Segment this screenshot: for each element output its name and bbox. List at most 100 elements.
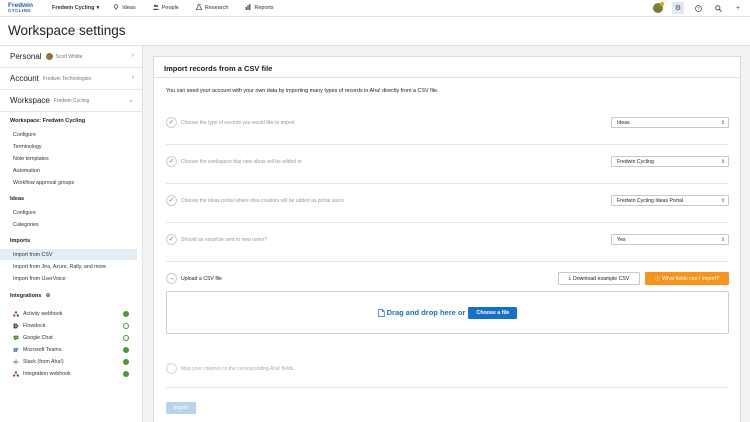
status-on-indicator — [123, 371, 129, 377]
chevron-down-icon: ⌄ — [128, 97, 134, 104]
integration-microsoft-teams[interactable]: T Microsoft Teams — [0, 344, 137, 355]
sidebar-item-import-csv[interactable]: Import from CSV — [0, 249, 137, 260]
integration-google-chat[interactable]: Google Chat — [0, 332, 137, 343]
record-type-select[interactable]: Ideas ⇕ — [611, 117, 729, 128]
step-workspace: ✓ Choose the workspace that new ideas wi… — [166, 148, 729, 184]
what-fields-button[interactable]: ⓘ What fields can I import? — [645, 272, 729, 285]
section-heading-integrations: Integrations ⊕ — [10, 292, 51, 300]
nav-ideas-label: Ideas — [122, 5, 136, 11]
dropzone-text: Drag and drop here or — [377, 308, 465, 317]
question-circle-icon: ⓘ — [654, 276, 661, 282]
intro-text: You can seed your account with your own … — [166, 88, 439, 94]
choose-file-button[interactable]: Choose a file — [468, 306, 518, 319]
teams-icon: T — [13, 347, 19, 352]
sidebar-row-personal-label: Personal — [10, 52, 42, 61]
avatar — [45, 53, 53, 60]
nav-right-tools: ⚙ ? + — [652, 2, 744, 14]
check-icon: ✓ — [166, 117, 177, 128]
sidebar-item-import-uservoice[interactable]: Import from UserVoice — [0, 273, 137, 284]
webhook-icon — [13, 370, 19, 377]
nav-research[interactable]: Research — [195, 3, 228, 12]
csv-dropzone[interactable]: Drag and drop here or Choose a file — [166, 291, 729, 334]
step-question: Choose the workspace that new ideas will… — [181, 159, 302, 165]
upload-label: Upload a CSV file — [181, 276, 222, 282]
status-on-indicator — [123, 359, 129, 365]
select-arrows-icon: ⇕ — [720, 198, 725, 204]
sidebar-item-terminology[interactable]: Terminology — [0, 141, 137, 152]
step-question: Choose the ideas portal where idea creat… — [181, 198, 344, 204]
page-title: Workspace settings — [8, 23, 126, 38]
nav-reports-label: Reports — [254, 5, 274, 11]
check-icon: ✓ — [166, 156, 177, 167]
chart-icon — [245, 4, 251, 12]
slack-icon — [13, 358, 19, 365]
sidebar-row-workspace[interactable]: Workspace Fredwin Cycling ⌄ — [0, 90, 143, 112]
chevron-right-icon: › — [131, 74, 134, 81]
step-send-email: ✓ Should an email be sent to new users? … — [166, 226, 729, 262]
sidebar-row-account[interactable]: Account Fredwin Technologies › — [0, 68, 143, 90]
record-type-value: Ideas — [617, 120, 630, 126]
top-navigation: Fredwin CYCLING Fredwin Cycling ▾ Ideas … — [0, 0, 750, 17]
integration-label: Microsoft Teams — [23, 346, 62, 353]
sidebar-item-ideas-configure[interactable]: Configure — [0, 207, 137, 218]
upload-step: → Upload a CSV file ⤓ Download example C… — [166, 272, 729, 288]
check-icon: ✓ — [166, 195, 177, 206]
integration-flowdock[interactable]: Flowdock — [0, 320, 137, 331]
integration-label: Slack (from Aha!) — [23, 358, 64, 365]
settings-icon[interactable]: ⚙ — [672, 2, 684, 14]
sidebar-item-automation[interactable]: Automation — [0, 165, 137, 176]
sidebar-item-note-templates[interactable]: Note templates — [0, 153, 137, 164]
nav-people-label: People — [161, 5, 179, 11]
nav-reports[interactable]: Reports — [245, 4, 274, 12]
map-columns-step: Map your columns to the corresponding Ah… — [166, 356, 729, 388]
sidebar-item-configure[interactable]: Configure — [0, 129, 137, 140]
sidebar-row-workspace-sub: Fredwin Cycling — [53, 97, 90, 104]
search-icon[interactable] — [712, 2, 724, 14]
step-record-type: ✓ Choose the type of records you would l… — [166, 109, 729, 145]
lightbulb-icon — [113, 4, 119, 12]
page-header: Workspace settings — [0, 17, 750, 46]
step-question: Should an email be sent to new users? — [181, 237, 268, 243]
avatar — [653, 2, 664, 13]
sidebar-row-workspace-label: Workspace — [10, 96, 50, 105]
webhook-icon — [13, 310, 19, 317]
integration-slack[interactable]: Slack (from Aha!) — [0, 356, 137, 367]
ideas-portal-value: Fredwin Cycling Ideas Portal — [617, 198, 684, 204]
workspace-switcher-label: Fredwin Cycling — [52, 5, 95, 11]
import-button[interactable]: Import — [166, 402, 196, 414]
section-heading-workspace: Workspace: Fredwin Cycling — [10, 118, 86, 124]
add-integration-icon[interactable]: ⊕ — [45, 292, 50, 299]
download-example-button[interactable]: ⤓ Download example CSV — [558, 272, 640, 285]
nav-people[interactable]: People — [152, 4, 179, 12]
sidebar-row-personal[interactable]: Personal Scott Whitte › — [0, 46, 143, 68]
plus-icon[interactable]: + — [732, 2, 744, 14]
user-avatar-button[interactable] — [652, 2, 664, 14]
integration-label: Activity webhook — [23, 310, 63, 317]
help-icon[interactable]: ? — [692, 2, 704, 14]
import-csv-card: Import records from a CSV file You can s… — [153, 56, 741, 422]
svg-text:?: ? — [697, 6, 700, 11]
section-heading-integrations-label: Integrations — [10, 292, 42, 299]
step-pending-icon — [166, 363, 177, 374]
integration-webhook[interactable]: Integration webhook — [0, 368, 137, 379]
sidebar-row-account-sub: Fredwin Technologies — [42, 75, 92, 82]
sidebar-item-categories[interactable]: Categories — [0, 219, 137, 230]
notification-dot — [660, 2, 664, 6]
sidebar-row-personal-sub: Scott Whitte — [45, 53, 83, 60]
divider — [154, 77, 740, 78]
map-columns-label: Map your columns to the corresponding Ah… — [181, 366, 295, 372]
status-off-indicator — [123, 335, 129, 341]
logo[interactable]: Fredwin CYCLING — [8, 2, 38, 13]
sidebar-item-import-jira[interactable]: Import from Jira, Azure, Rally, and more — [0, 261, 137, 272]
nav-ideas[interactable]: Ideas — [113, 4, 136, 12]
workspace-select[interactable]: Fredwin Cycling ⇕ — [611, 156, 729, 167]
sidebar-item-workflow-approval-groups[interactable]: Workflow approval groups — [0, 177, 137, 188]
integration-activity-webhook[interactable]: Activity webhook — [0, 308, 137, 319]
workspace-value: Fredwin Cycling — [617, 159, 654, 165]
workspace-switcher[interactable]: Fredwin Cycling ▾ — [52, 5, 99, 11]
send-email-select[interactable]: Yes ⇕ — [611, 234, 729, 245]
status-off-indicator — [123, 323, 129, 329]
chevron-right-icon: › — [131, 52, 134, 59]
ideas-portal-select[interactable]: Fredwin Cycling Ideas Portal ⇕ — [611, 195, 729, 206]
arrow-right-icon: → — [166, 273, 177, 284]
